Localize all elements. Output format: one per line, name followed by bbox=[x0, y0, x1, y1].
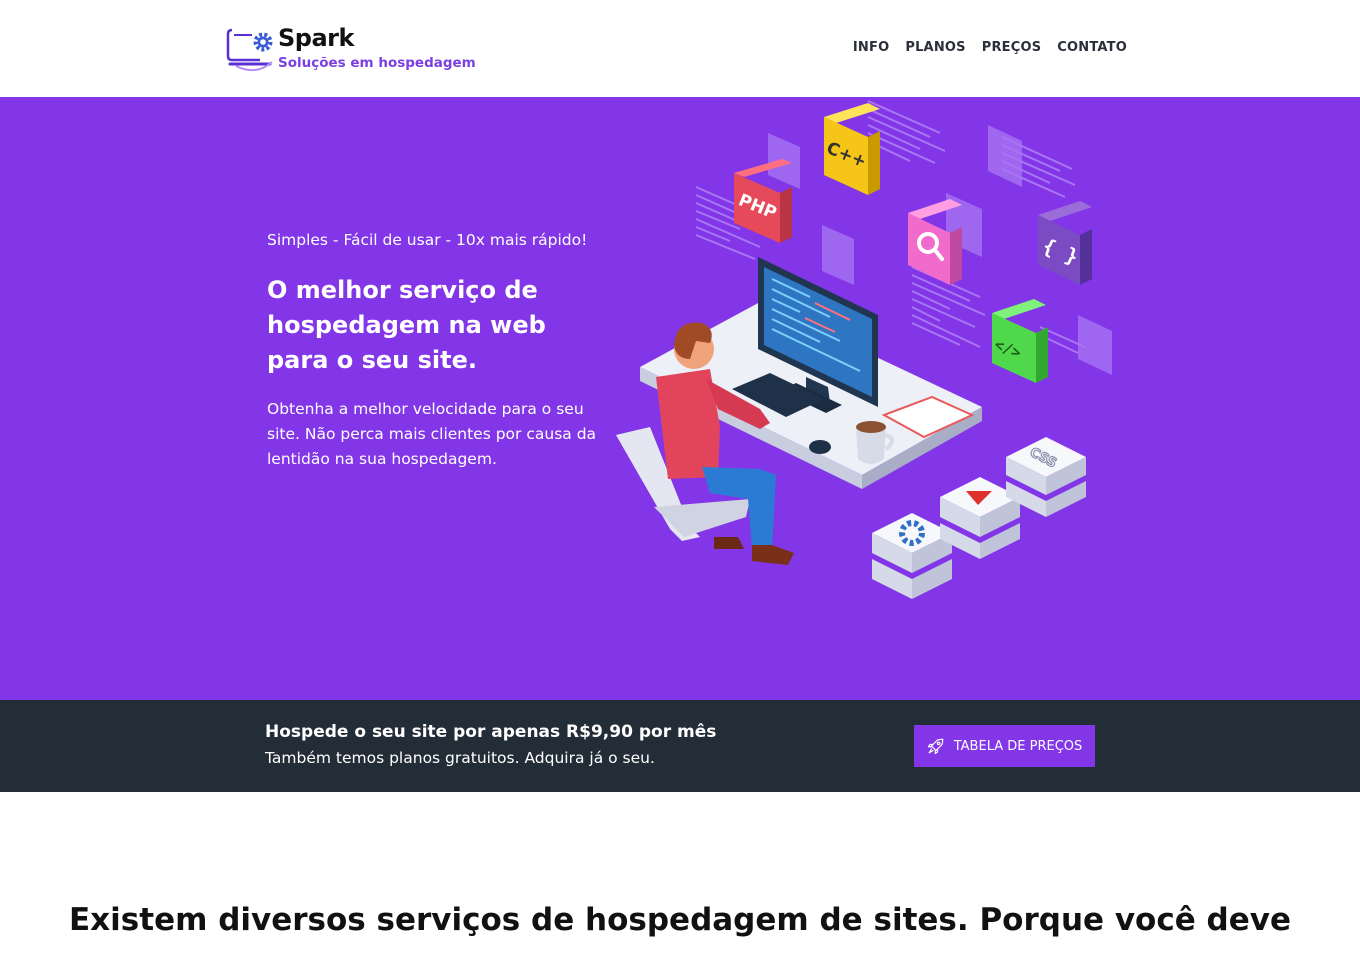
nav-item-info[interactable]: INFO bbox=[853, 40, 889, 55]
hero-title: O melhor serviço de hospedagem na web pa… bbox=[267, 276, 546, 374]
section-title: Existem diversos serviços de hospedagem … bbox=[69, 902, 1291, 938]
promo-text: Também temos planos gratuitos. Adquira j… bbox=[265, 749, 655, 767]
mouse bbox=[809, 440, 831, 454]
pricing-table-button-label: TABELA DE PREÇOS bbox=[953, 738, 1083, 754]
hero-description: Obtenha a melhor velocidade para o seu s… bbox=[267, 400, 597, 468]
developer-illustration: PHP C++ { } </> CSS bbox=[616, 100, 1112, 599]
rocket-icon bbox=[927, 738, 944, 755]
nav-item-planos[interactable]: PLANOS bbox=[905, 40, 965, 55]
cpp-block-icon: C++ bbox=[824, 103, 880, 195]
brand-tagline: Soluções em hospedagem bbox=[278, 55, 476, 71]
code-tag-block-icon: </> bbox=[992, 299, 1048, 383]
laptop-gear-icon bbox=[226, 28, 273, 72]
hero-section: Simples - Fácil de usar - 10x mais rápid… bbox=[0, 97, 1360, 700]
brand-logo[interactable]: Spark Soluções em hospedagem bbox=[226, 24, 486, 74]
promo-band: Hospede o seu site por apenas R$9,90 por… bbox=[0, 700, 1360, 792]
nav-item-contato[interactable]: CONTATO bbox=[1057, 40, 1127, 55]
site-header: Spark Soluções em hospedagem INFO PLANOS… bbox=[0, 0, 1360, 97]
pricing-table-button[interactable]: TABELA DE PREÇOS bbox=[914, 725, 1095, 767]
promo-title: Hospede o seu site por apenas R$9,90 por… bbox=[265, 722, 717, 742]
brand-name: Spark bbox=[278, 24, 354, 52]
braces-block-icon: { } bbox=[1038, 201, 1092, 285]
hero-subtitle: Simples - Fácil de usar - 10x mais rápid… bbox=[267, 231, 588, 249]
main-nav: INFO PLANOS PREÇOS CONTATO bbox=[853, 40, 1127, 55]
comparison-section: Existem diversos serviços de hospedagem … bbox=[0, 792, 1360, 970]
nav-item-precos[interactable]: PREÇOS bbox=[982, 40, 1042, 55]
